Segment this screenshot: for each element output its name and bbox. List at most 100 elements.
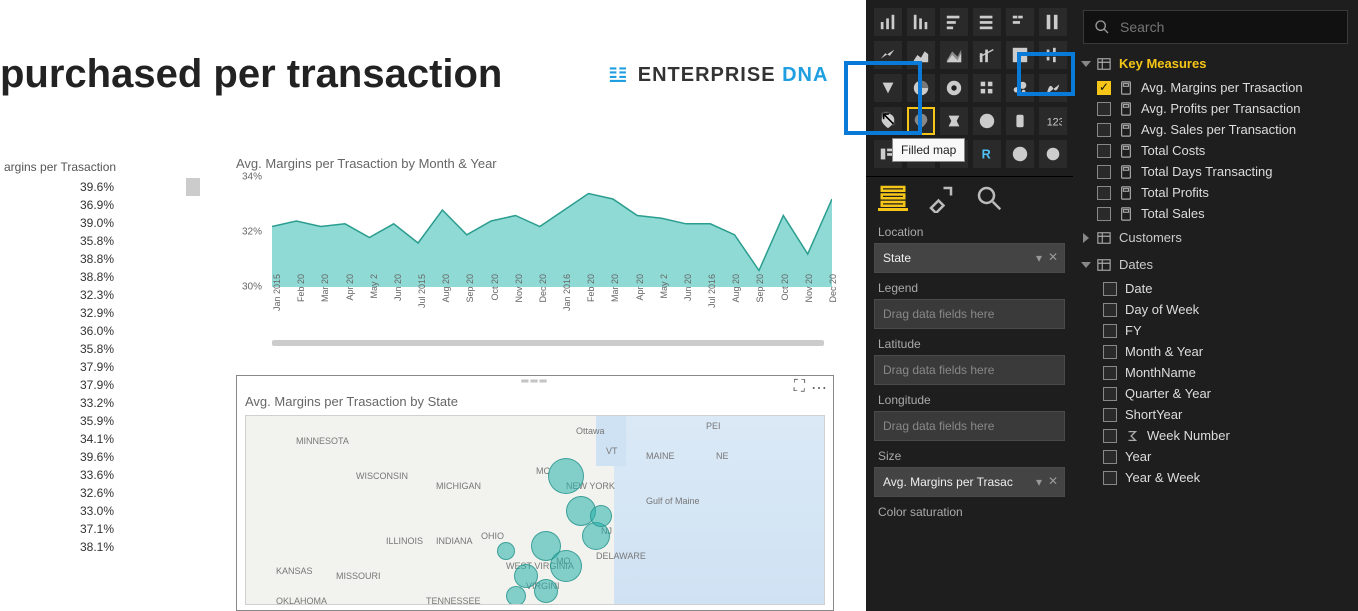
format-tab[interactable] (926, 185, 956, 211)
analytics-tab[interactable] (974, 185, 1004, 211)
checkbox[interactable] (1103, 366, 1117, 380)
table-customers[interactable]: Customers (1073, 224, 1358, 251)
viz-type-icon[interactable] (1039, 74, 1067, 102)
table-row[interactable]: 38.8% (0, 250, 200, 268)
fields-tab[interactable] (878, 185, 908, 211)
well-legend[interactable]: Drag data fields here (874, 299, 1065, 329)
table-row[interactable]: 34.1% (0, 430, 200, 448)
viz-type-icon[interactable] (1039, 8, 1067, 36)
table-row[interactable]: 32.6% (0, 484, 200, 502)
checkbox[interactable] (1103, 387, 1117, 401)
viz-type-icon[interactable] (874, 41, 902, 69)
search-input[interactable] (1120, 19, 1337, 35)
checkbox[interactable] (1103, 303, 1117, 317)
filled-map-icon[interactable] (907, 107, 935, 135)
map-bubble[interactable] (534, 579, 558, 603)
checkbox[interactable] (1103, 345, 1117, 359)
more-options-icon[interactable]: ⋯ (811, 378, 827, 398)
table-row[interactable]: 35.8% (0, 232, 200, 250)
viz-type-icon[interactable] (973, 8, 1001, 36)
map-bubble[interactable] (497, 542, 515, 560)
map-bubble[interactable] (548, 458, 584, 494)
viz-type-icon[interactable] (874, 74, 902, 102)
map-bubble[interactable] (506, 586, 526, 605)
viz-type-icon[interactable]: 123 (1039, 107, 1067, 135)
close-icon[interactable]: ✕ (1048, 250, 1058, 264)
viz-type-icon[interactable] (1006, 74, 1034, 102)
viz-type-icon[interactable] (907, 8, 935, 36)
viz-type-icon[interactable] (907, 74, 935, 102)
viz-type-icon[interactable] (973, 74, 1001, 102)
viz-type-icon[interactable] (1006, 41, 1034, 69)
table-row[interactable]: 38.1% (0, 538, 200, 556)
table-key-measures[interactable]: Key Measures (1073, 50, 1358, 77)
field-item[interactable]: Year (1073, 446, 1358, 467)
field-item[interactable]: FY (1073, 320, 1358, 341)
line-chart[interactable]: Avg. Margins per Trasaction by Month & Y… (236, 156, 834, 356)
checkbox[interactable] (1103, 429, 1117, 443)
table-row[interactable]: 39.0% (0, 214, 200, 232)
checkbox[interactable] (1103, 450, 1117, 464)
field-item[interactable]: Avg. Margins per Trasaction (1073, 77, 1358, 98)
well-size[interactable]: Avg. Margins per Trasac ▾ ✕ (874, 467, 1065, 497)
field-item[interactable]: Total Profits (1073, 182, 1358, 203)
viz-type-icon[interactable] (940, 8, 968, 36)
close-icon[interactable]: ✕ (1048, 474, 1058, 488)
chevron-down-icon[interactable]: ▾ (1036, 251, 1042, 265)
table-row[interactable]: 37.1% (0, 520, 200, 538)
table-row[interactable]: 36.0% (0, 322, 200, 340)
viz-type-icon[interactable] (1006, 107, 1034, 135)
viz-type-icon[interactable] (973, 107, 1001, 135)
field-item[interactable]: MonthName (1073, 362, 1358, 383)
checkbox[interactable] (1097, 186, 1111, 200)
checkbox[interactable] (1103, 471, 1117, 485)
field-item[interactable]: Week Number (1073, 425, 1358, 446)
table-dates[interactable]: Dates (1073, 251, 1358, 278)
table-row[interactable]: 33.2% (0, 394, 200, 412)
checkbox[interactable] (1103, 324, 1117, 338)
checkbox[interactable] (1097, 144, 1111, 158)
field-item[interactable]: Total Sales (1073, 203, 1358, 224)
table-row[interactable]: 39.6% (0, 178, 200, 196)
drag-handle[interactable]: ═══ (237, 376, 833, 390)
scrollbar-thumb[interactable] (186, 178, 200, 196)
viz-type-icon[interactable] (940, 74, 968, 102)
table-row[interactable]: 35.9% (0, 412, 200, 430)
table-row[interactable]: 39.6% (0, 448, 200, 466)
viz-type-icon[interactable] (973, 41, 1001, 69)
field-item[interactable]: Quarter & Year (1073, 383, 1358, 404)
table-row[interactable]: 32.3% (0, 286, 200, 304)
checkbox[interactable] (1103, 282, 1117, 296)
viz-type-icon[interactable] (1039, 140, 1067, 168)
table-row[interactable]: 38.8% (0, 268, 200, 286)
field-item[interactable]: Day of Week (1073, 299, 1358, 320)
map-bubble[interactable] (514, 564, 538, 588)
table-row[interactable]: 36.9% (0, 196, 200, 214)
field-item[interactable]: Total Days Transacting (1073, 161, 1358, 182)
checkbox[interactable] (1097, 123, 1111, 137)
viz-type-icon[interactable]: R (973, 140, 1001, 168)
field-item[interactable]: Total Costs (1073, 140, 1358, 161)
table-row[interactable]: 32.9% (0, 304, 200, 322)
map-bubble[interactable] (590, 505, 612, 527)
map-visual[interactable]: ═══ ⛶ ⋯ Avg. Margins per Trasaction by S… (236, 375, 834, 611)
checkbox[interactable] (1097, 207, 1111, 221)
x-scroll-slider[interactable] (272, 340, 824, 346)
fields-search[interactable] (1083, 10, 1348, 44)
checkbox[interactable] (1097, 165, 1111, 179)
map-bubble[interactable] (550, 550, 582, 582)
field-item[interactable]: Avg. Sales per Transaction (1073, 119, 1358, 140)
field-item[interactable]: Avg. Profits per Transaction (1073, 98, 1358, 119)
field-item[interactable]: Year & Week (1073, 467, 1358, 488)
table-row[interactable]: 35.8% (0, 340, 200, 358)
viz-type-icon[interactable] (874, 8, 902, 36)
viz-type-icon[interactable] (1039, 41, 1067, 69)
viz-type-icon[interactable] (940, 107, 968, 135)
chevron-down-icon[interactable]: ▾ (1036, 475, 1042, 489)
field-item[interactable]: ShortYear (1073, 404, 1358, 425)
viz-type-icon[interactable] (1006, 140, 1034, 168)
well-location[interactable]: State ▾ ✕ (874, 243, 1065, 273)
viz-type-icon[interactable] (1006, 8, 1034, 36)
viz-type-icon[interactable] (907, 41, 935, 69)
checkbox[interactable] (1097, 102, 1111, 116)
